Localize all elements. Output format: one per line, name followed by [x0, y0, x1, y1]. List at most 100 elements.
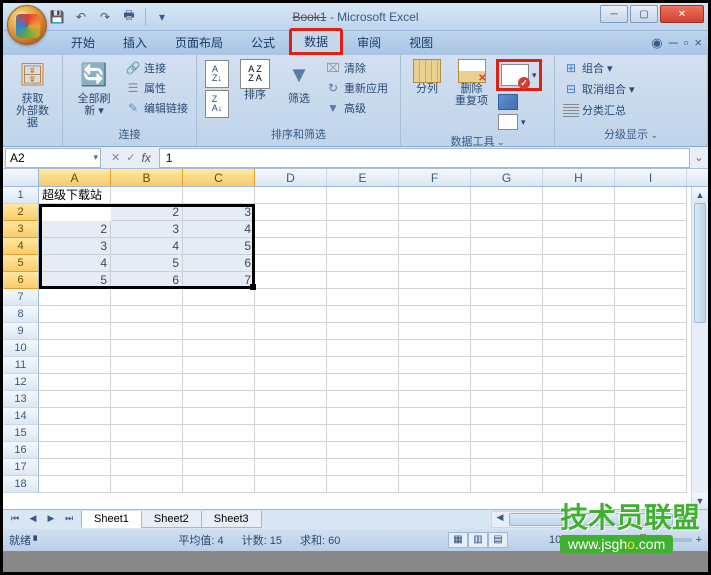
- vertical-scrollbar[interactable]: ▲ ▼: [691, 187, 708, 509]
- group-button[interactable]: ⊞组合 ▾: [561, 59, 637, 77]
- view-pagebreak-icon[interactable]: ▤: [488, 532, 508, 548]
- view-layout-icon[interactable]: ▥: [468, 532, 488, 548]
- sheet-next-icon[interactable]: ▶: [43, 513, 59, 527]
- advanced-filter-button[interactable]: ▼高级: [323, 99, 390, 117]
- maximize-button[interactable]: ▢: [630, 5, 658, 23]
- col-header[interactable]: E: [327, 169, 399, 186]
- cell[interactable]: 5: [111, 255, 183, 272]
- sheet-tab[interactable]: Sheet3: [201, 511, 262, 528]
- text-to-columns-button[interactable]: 分列: [407, 57, 447, 97]
- row-header[interactable]: 4: [3, 238, 39, 255]
- zoom-out-icon[interactable]: −: [581, 534, 587, 546]
- properties-button[interactable]: ☰属性: [123, 79, 190, 97]
- get-external-data-button[interactable]: 🗄 获取 外部数据: [9, 57, 56, 131]
- tab-review[interactable]: 审阅: [343, 30, 395, 55]
- tab-insert[interactable]: 插入: [109, 30, 161, 55]
- print-icon[interactable]: 🖶: [119, 7, 139, 27]
- help-icon[interactable]: ◉: [651, 35, 662, 51]
- expand-formula-icon[interactable]: ⌄: [690, 151, 708, 164]
- undo-icon[interactable]: ↶: [71, 7, 91, 27]
- row-header[interactable]: 2: [3, 204, 39, 221]
- cell[interactable]: 3: [183, 204, 255, 221]
- doc-close-icon[interactable]: ×: [694, 35, 702, 51]
- reapply-button[interactable]: ↻重新应用: [323, 79, 390, 97]
- cancel-formula-icon[interactable]: ✕: [111, 151, 120, 164]
- sort-button[interactable]: A ZZ A 排序: [235, 57, 275, 103]
- scroll-down-icon[interactable]: ▼: [692, 493, 708, 509]
- close-button[interactable]: ✕: [660, 5, 704, 23]
- tab-data[interactable]: 数据: [289, 28, 343, 55]
- row-header[interactable]: 14: [3, 408, 39, 425]
- row-header[interactable]: 16: [3, 442, 39, 459]
- row-header[interactable]: 7: [3, 289, 39, 306]
- row-header[interactable]: 9: [3, 323, 39, 340]
- row-header[interactable]: 12: [3, 374, 39, 391]
- cell[interactable]: 5: [183, 238, 255, 255]
- connections-button[interactable]: 🔗连接: [123, 59, 190, 77]
- tab-formulas[interactable]: 公式: [237, 30, 289, 55]
- zoom-level[interactable]: 100%: [549, 534, 577, 546]
- row-header[interactable]: 15: [3, 425, 39, 442]
- what-if-button[interactable]: ▾: [496, 113, 542, 131]
- scroll-left-icon[interactable]: ◀: [492, 512, 508, 527]
- row-header[interactable]: 1: [3, 187, 39, 204]
- row-header[interactable]: 5: [3, 255, 39, 272]
- cell[interactable]: 6: [183, 255, 255, 272]
- row-header[interactable]: 3: [3, 221, 39, 238]
- col-header[interactable]: G: [471, 169, 543, 186]
- minimize-button[interactable]: ─: [600, 5, 628, 23]
- redo-icon[interactable]: ↷: [95, 7, 115, 27]
- edit-links-button[interactable]: ✎编辑链接: [123, 99, 190, 117]
- office-button[interactable]: [7, 5, 47, 45]
- cell[interactable]: 2: [111, 204, 183, 221]
- row-header[interactable]: 10: [3, 340, 39, 357]
- sheet-tab[interactable]: Sheet1: [81, 511, 142, 528]
- cell[interactable]: 3: [39, 238, 111, 255]
- col-header[interactable]: A: [39, 169, 111, 186]
- cell[interactable]: 2: [39, 221, 111, 238]
- consolidate-button[interactable]: [496, 93, 542, 111]
- select-all-corner[interactable]: [3, 169, 39, 186]
- save-icon[interactable]: 💾: [47, 7, 67, 27]
- row-header[interactable]: 8: [3, 306, 39, 323]
- horizontal-scrollbar[interactable]: ◀ ▶: [491, 511, 691, 528]
- view-normal-icon[interactable]: ▦: [448, 532, 468, 548]
- name-box[interactable]: A2: [5, 148, 101, 168]
- filter-button[interactable]: ▼ 筛选: [279, 57, 319, 107]
- tab-page-layout[interactable]: 页面布局: [161, 30, 237, 55]
- row-header[interactable]: 11: [3, 357, 39, 374]
- sort-desc-button[interactable]: ZA↓: [203, 89, 231, 119]
- zoom-control[interactable]: 100% − +: [549, 534, 702, 546]
- fx-icon[interactable]: fx: [141, 151, 150, 165]
- cell[interactable]: 4: [111, 238, 183, 255]
- tab-home[interactable]: 开始: [57, 30, 109, 55]
- row-header[interactable]: 18: [3, 476, 39, 493]
- data-validation-button[interactable]: ▾: [496, 59, 542, 91]
- sheet-tab[interactable]: Sheet2: [141, 511, 202, 528]
- sheet-last-icon[interactable]: ⏭: [61, 513, 77, 527]
- col-header[interactable]: B: [111, 169, 183, 186]
- scroll-thumb[interactable]: [694, 203, 706, 323]
- hscroll-thumb[interactable]: [509, 513, 673, 526]
- row-header[interactable]: 13: [3, 391, 39, 408]
- zoom-slider[interactable]: [592, 538, 692, 542]
- cell[interactable]: 1: [39, 204, 111, 221]
- doc-restore-icon[interactable]: ▫: [684, 35, 689, 51]
- sort-asc-button[interactable]: AZ↓: [203, 59, 231, 89]
- cell[interactable]: 6: [111, 272, 183, 289]
- cell[interactable]: 4: [183, 221, 255, 238]
- cell[interactable]: 5: [39, 272, 111, 289]
- ribbon-minimize-icon[interactable]: ─: [669, 35, 678, 51]
- col-header[interactable]: C: [183, 169, 255, 186]
- scroll-up-icon[interactable]: ▲: [692, 187, 708, 203]
- clear-filter-button[interactable]: ⌧清除: [323, 59, 390, 77]
- col-header[interactable]: H: [543, 169, 615, 186]
- cell[interactable]: 超级下载站: [39, 187, 111, 204]
- sheet-first-icon[interactable]: ⏮: [7, 513, 23, 527]
- cells-area[interactable]: 超级下载站 123 234 345 456 567: [39, 187, 687, 493]
- cell[interactable]: 4: [39, 255, 111, 272]
- sheet-prev-icon[interactable]: ◀: [25, 513, 41, 527]
- row-header[interactable]: 6: [3, 272, 39, 289]
- remove-duplicates-button[interactable]: 删除 重复项: [451, 57, 492, 109]
- cell[interactable]: 3: [111, 221, 183, 238]
